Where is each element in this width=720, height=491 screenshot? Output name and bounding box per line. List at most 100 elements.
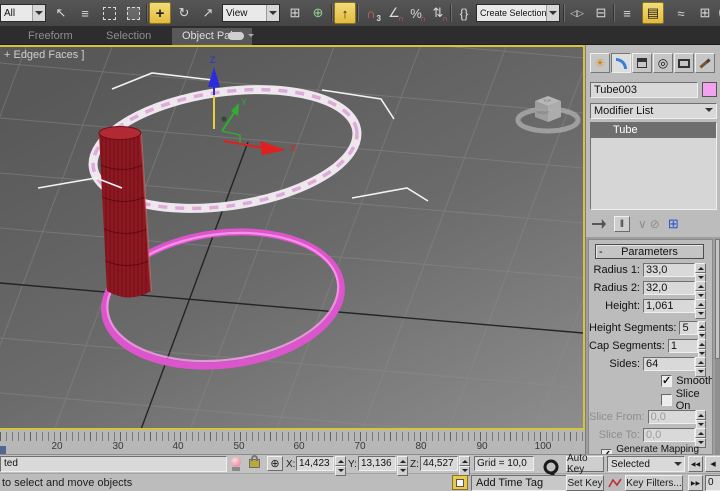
curve-editor-icon[interactable]: ≈ xyxy=(670,2,692,24)
mirror-icon[interactable]: ◁▷ xyxy=(566,2,588,24)
select-and-move-icon[interactable]: + xyxy=(149,2,171,24)
angle-snap-icon[interactable]: ∠∩ xyxy=(383,2,405,24)
height-field[interactable]: 1,061 xyxy=(643,299,695,313)
slice-to-field[interactable]: 0,0 xyxy=(643,428,695,442)
create-tab-icon[interactable]: ☀ xyxy=(590,53,610,73)
param-label: Cap Segments: xyxy=(589,340,665,352)
remove-modifier-icon[interactable]: ⊘ xyxy=(650,217,660,231)
modify-tab-icon[interactable] xyxy=(611,53,631,73)
stack-toolbar: ‖ ∨ ⊘ ⊞ xyxy=(586,213,720,235)
key-filters-button[interactable]: Key Filters... xyxy=(625,475,683,491)
height-segments-field[interactable]: 5 xyxy=(679,321,698,335)
parameters-rollout-header[interactable]: - Parameters xyxy=(595,244,704,259)
cap-segments-field[interactable]: 1 xyxy=(668,339,698,353)
spinner[interactable] xyxy=(695,299,706,314)
slice-on-checkbox-row[interactable]: Slice On xyxy=(589,392,712,408)
radius2-field[interactable]: 32,0 xyxy=(643,281,695,295)
smooth-checkbox-row[interactable]: ✓ Smooth xyxy=(589,373,712,389)
spinner[interactable] xyxy=(698,339,706,354)
time-slider-marker[interactable] xyxy=(0,446,6,454)
configure-modifier-sets-icon[interactable]: ⊞ xyxy=(668,216,679,232)
go-to-start-button[interactable]: ◀◀ xyxy=(688,456,703,472)
keyboard-shortcut-override-icon[interactable]: ↑ xyxy=(334,2,356,24)
z-spinner[interactable] xyxy=(459,456,470,471)
radius1-field[interactable]: 33,0 xyxy=(643,263,695,277)
key-mode-curve-icon[interactable] xyxy=(608,477,622,489)
ribbon-tab-selection[interactable]: Selection xyxy=(96,28,161,45)
reference-coordinate-value: View xyxy=(226,8,266,19)
window-crossing-icon[interactable] xyxy=(122,2,144,24)
use-pivot-point-center-icon[interactable]: ⊞ xyxy=(284,2,306,24)
snap-toggle-3d-icon[interactable]: ∩3 xyxy=(360,2,382,24)
spinner[interactable] xyxy=(698,321,706,336)
manage-layers-icon[interactable]: ≡ xyxy=(616,2,638,24)
y-spinner[interactable] xyxy=(397,456,408,471)
z-coord-field[interactable]: 44,527 xyxy=(420,456,458,471)
edit-named-selection-sets-icon[interactable]: {} xyxy=(453,2,475,24)
spinner-snap-icon[interactable]: ⇅∩ xyxy=(427,2,449,24)
x-spinner[interactable] xyxy=(335,456,346,471)
select-and-manipulate-icon[interactable]: ⊕ xyxy=(307,2,329,24)
percent-snap-icon[interactable]: %∩ xyxy=(405,2,427,24)
viewport-shading-label[interactable]: + Edged Faces ] xyxy=(4,49,84,61)
motion-tab-icon[interactable]: ◎ xyxy=(653,53,673,73)
track-bar[interactable]: 20 30 40 50 60 70 80 90 100 xyxy=(0,430,585,455)
spinner[interactable] xyxy=(695,357,706,372)
tick-label: 20 xyxy=(51,441,62,452)
utilities-tab-icon[interactable] xyxy=(695,53,715,73)
perspective-viewport[interactable]: Z Y X TOP FRONT xyxy=(0,45,585,430)
hierarchy-tab-icon[interactable] xyxy=(632,53,652,73)
select-by-name-icon[interactable]: ≡ xyxy=(74,2,96,24)
modifier-stack-item-tube[interactable]: Tube xyxy=(591,123,716,138)
pin-stack-icon[interactable] xyxy=(592,219,606,229)
spinner[interactable] xyxy=(695,281,706,296)
reference-coordinate-dropdown[interactable]: View xyxy=(222,4,280,22)
auto-key-button[interactable]: Auto Key xyxy=(566,456,604,472)
make-unique-icon[interactable]: ∨ xyxy=(638,217,647,231)
schematic-view-icon[interactable]: ⊞ xyxy=(694,2,716,24)
ribbon-minimize-icon[interactable] xyxy=(228,32,244,40)
prompt-bulb-icon[interactable] xyxy=(231,457,241,467)
view-cube[interactable]: TOP FRONT xyxy=(518,96,578,131)
spinner[interactable] xyxy=(696,410,706,425)
align-icon[interactable]: ⊟ xyxy=(590,2,612,24)
ribbon-tab-freeform[interactable]: Freeform xyxy=(18,28,83,45)
selection-filter-value: All xyxy=(4,8,32,19)
red-cylinder-object[interactable] xyxy=(99,127,151,298)
modifier-stack[interactable]: Tube xyxy=(590,122,717,210)
checkbox-unchecked-icon[interactable] xyxy=(661,394,672,406)
absolute-mode-toggle-icon[interactable]: ⊕ xyxy=(267,456,283,471)
spinner[interactable] xyxy=(695,263,706,278)
material-editor-icon[interactable] xyxy=(716,2,720,24)
gizmo-x-label: X xyxy=(290,143,296,153)
slice-from-field[interactable]: 0,0 xyxy=(648,410,696,424)
object-color-swatch[interactable] xyxy=(702,82,717,97)
selection-filter-dropdown[interactable]: All xyxy=(0,4,46,22)
show-end-result-icon[interactable]: ‖ xyxy=(614,216,630,232)
modifier-list-dropdown[interactable]: Modifier List xyxy=(590,103,717,119)
selection-set-dropdown[interactable]: Selected xyxy=(607,456,685,472)
selection-region-icon[interactable] xyxy=(98,2,120,24)
select-object-icon[interactable]: ↖ xyxy=(50,2,72,24)
set-key-button[interactable]: Set Key xyxy=(566,475,604,491)
select-and-rotate-icon[interactable]: ↻ xyxy=(173,2,195,24)
select-and-scale-icon[interactable]: ↗ xyxy=(197,2,219,24)
sides-field[interactable]: 64 xyxy=(643,357,695,371)
checkbox-checked-icon[interactable]: ✓ xyxy=(661,375,672,387)
object-name-field[interactable]: Tube003 xyxy=(590,82,698,98)
rollout-scrollbar[interactable] xyxy=(715,239,720,455)
go-to-end-button[interactable]: ▶▶ xyxy=(688,475,703,491)
param-row: Height Segments:5 xyxy=(589,319,712,337)
x-coord-field[interactable]: 14,423 xyxy=(296,456,334,471)
param-row: Cap Segments:1 xyxy=(589,337,712,355)
named-selection-sets-dropdown[interactable]: Create Selection Se xyxy=(476,4,560,22)
isolate-selection-icon[interactable] xyxy=(452,475,468,490)
generate-mapping-coords-row[interactable]: ✓ Generate Mapping Coords. xyxy=(589,447,712,455)
chevron-down-icon[interactable] xyxy=(248,34,254,40)
graphite-ribbon-toggle-icon[interactable]: ▤ xyxy=(642,2,664,24)
current-frame-field[interactable]: 0 xyxy=(705,475,720,491)
y-coord-field[interactable]: 13,136 xyxy=(358,456,396,471)
spinner[interactable] xyxy=(695,428,706,443)
display-tab-icon[interactable] xyxy=(674,53,694,73)
previous-frame-button[interactable]: ◀ xyxy=(705,456,720,472)
